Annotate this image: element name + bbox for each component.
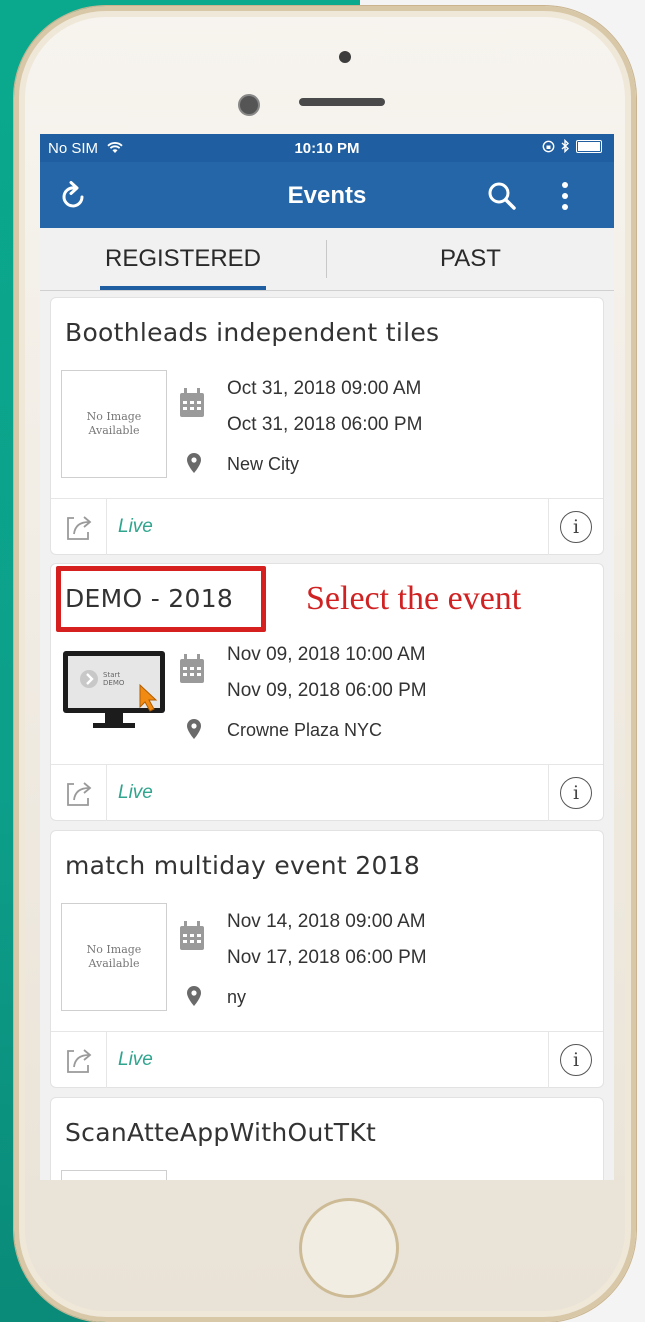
location-pin-icon	[187, 986, 201, 1006]
event-title[interactable]: ScanAtteAppWithOutTKt	[65, 1118, 376, 1147]
event-status: Live	[118, 782, 153, 803]
app-bar: Events	[40, 162, 614, 228]
event-end-time: Nov 09, 2018 06:00 PM	[227, 680, 427, 701]
info-icon[interactable]: i	[548, 1032, 603, 1088]
annotation-text: Select the event	[306, 580, 522, 617]
monitor-demo-text: DEMO	[103, 679, 125, 687]
event-location: ny	[227, 987, 247, 1007]
event-image: Start DEMO	[61, 636, 167, 744]
page-title: Events	[287, 182, 367, 209]
calendar-icon	[180, 921, 204, 950]
card-footer: Live i	[51, 764, 603, 821]
status-indicators	[542, 139, 602, 153]
bluetooth-icon	[561, 139, 570, 153]
calendar-icon	[180, 388, 204, 417]
earpiece-speaker	[299, 98, 385, 106]
share-icon[interactable]	[51, 499, 107, 555]
tab-registered[interactable]: REGISTERED	[40, 228, 326, 290]
location-pin-icon	[187, 453, 201, 473]
event-title[interactable]: Boothleads independent tiles	[65, 318, 439, 347]
battery-icon	[576, 139, 602, 153]
event-start-time: Nov 14, 2018 09:00 AM	[227, 911, 426, 932]
location-pin-icon	[187, 719, 201, 739]
card-footer: Live i	[51, 498, 603, 555]
event-start-time: Nov 09, 2018 10:00 AM	[227, 644, 426, 665]
orientation-lock-icon	[542, 140, 555, 152]
tab-bar: REGISTERED PAST	[40, 228, 614, 291]
card-footer: Live i	[51, 1031, 603, 1088]
event-location: Crowne Plaza NYC	[227, 720, 383, 740]
event-image-placeholder	[61, 1170, 167, 1180]
front-camera	[339, 51, 351, 63]
monitor-demo-image: Start DEMO	[63, 651, 165, 728]
event-start-time: Oct 31, 2018 09:00 AM	[227, 378, 422, 399]
share-icon[interactable]	[51, 765, 107, 821]
event-location: New City	[227, 454, 300, 474]
search-icon[interactable]	[482, 176, 522, 216]
share-icon[interactable]	[51, 1032, 107, 1088]
info-icon[interactable]: i	[548, 765, 603, 821]
event-end-time: Nov 17, 2018 06:00 PM	[227, 947, 427, 968]
proximity-sensor	[238, 94, 260, 116]
active-tab-indicator	[100, 286, 266, 290]
app-screen: No SIM 10:10 PM Events REGISTERED PAST B…	[40, 134, 614, 1180]
event-card[interactable]: ScanAtteAppWithOutTKt	[50, 1097, 604, 1180]
info-icon[interactable]: i	[548, 499, 603, 555]
event-card[interactable]: Boothleads independent tiles No Image Av…	[50, 297, 604, 555]
event-status: Live	[118, 516, 153, 537]
event-image-placeholder: No Image Available	[61, 370, 167, 478]
tab-past[interactable]: PAST	[327, 228, 614, 290]
highlight-box	[56, 566, 266, 632]
event-status: Live	[118, 1049, 153, 1070]
status-bar: No SIM 10:10 PM	[40, 134, 614, 162]
monitor-start-text: Start	[103, 671, 120, 679]
calendar-icon	[180, 654, 204, 683]
status-time: 10:10 PM	[294, 140, 360, 157]
event-image-placeholder: No Image Available	[61, 903, 167, 1011]
event-card[interactable]: match multiday event 2018 No Image Avail…	[50, 830, 604, 1088]
event-title[interactable]: match multiday event 2018	[65, 851, 420, 880]
event-end-time: Oct 31, 2018 06:00 PM	[227, 414, 423, 435]
more-vert-icon[interactable]	[545, 176, 585, 216]
home-button[interactable]	[299, 1198, 399, 1298]
